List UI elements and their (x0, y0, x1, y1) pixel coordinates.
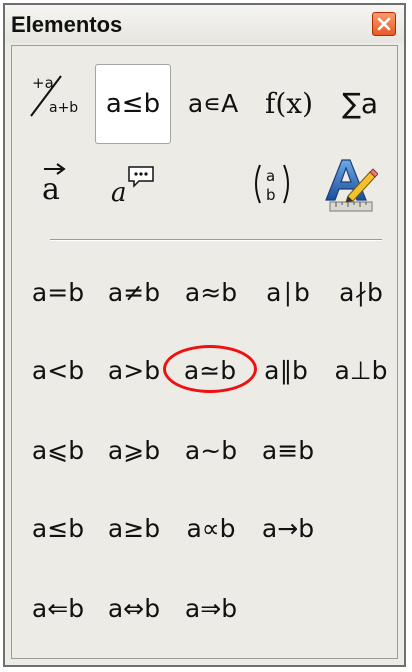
relation-a-toward-b[interactable]: a→b (252, 504, 324, 552)
relations-button[interactable]: a≤b (95, 64, 171, 144)
window-title: Elementos (11, 12, 123, 37)
brackets-icon: a b (255, 164, 289, 204)
relation-a-implies-b[interactable]: a⇒b (175, 584, 247, 632)
relation-a-less-equal-b[interactable]: a≤b (22, 504, 94, 552)
svg-text:a: a (266, 167, 275, 185)
unary-binary-operators-button[interactable]: +a a+b (24, 64, 86, 126)
relation-a-implied-by-b[interactable]: a⇐b (22, 584, 94, 632)
operators-button[interactable]: ∑a (328, 72, 392, 134)
relation-a-not-equals-b[interactable]: a≠b (98, 268, 170, 316)
relation-a-approx-b[interactable]: a≈b (175, 268, 247, 316)
formats-icon (325, 159, 378, 212)
relation-a-less-slant-b[interactable]: a⩽b (22, 426, 94, 474)
relation-a-equals-b[interactable]: a=b (22, 268, 94, 316)
formats-button[interactable] (314, 150, 382, 218)
relation-a-greater-equal-b[interactable]: a≥b (98, 504, 170, 552)
others-button[interactable]: a (102, 152, 168, 216)
elements-window: Elementos +a a+b a≤b a∊A f(x) ∑a a a a b… (3, 3, 406, 667)
others-icon: a (111, 166, 154, 208)
relation-a-not-divides-b[interactable]: a∤b (326, 268, 396, 316)
set-operations-icon: a∊A (187, 88, 239, 118)
relation-a-less-b[interactable]: a<b (22, 346, 94, 394)
title-bar: Elementos (5, 5, 404, 43)
relation-a-greater-slant-b[interactable]: a⩾b (98, 426, 170, 474)
functions-icon: f(x) (264, 86, 313, 120)
operators-icon: ∑a (341, 86, 379, 120)
relation-a-divides-b[interactable]: a∣b (252, 268, 324, 316)
close-button[interactable] (372, 12, 396, 36)
set-operations-button[interactable]: a∊A (177, 72, 249, 134)
svg-text:a: a (42, 172, 60, 207)
relation-a-similar-equal-b[interactable]: a≃b (174, 346, 246, 394)
relation-a-parallel-b[interactable]: a∥b (250, 346, 322, 394)
relation-a-perpendicular-b[interactable]: a⊥b (326, 346, 396, 394)
relation-a-tilde-b[interactable]: a~b (175, 426, 247, 474)
unary-binary-operators-icon: +a a+b (30, 74, 78, 117)
svg-text:a: a (111, 178, 127, 208)
brackets-button[interactable]: a b (240, 152, 304, 216)
attributes-icon: a (42, 163, 66, 207)
relation-a-greater-b[interactable]: a>b (98, 346, 170, 394)
relation-a-equivalent-b[interactable]: a⇔b (98, 584, 170, 632)
attributes-button[interactable]: a (24, 152, 84, 216)
relation-a-proportional-b[interactable]: a∝b (175, 504, 247, 552)
separator (50, 239, 382, 241)
relations-icon: a≤b (105, 89, 161, 119)
svg-text:a+b: a+b (49, 100, 78, 116)
close-icon (377, 17, 391, 31)
elements-panel: +a a+b a≤b a∊A f(x) ∑a a a a b a=b a≠b a… (11, 45, 398, 659)
svg-text:b: b (266, 186, 276, 204)
functions-button[interactable]: f(x) (256, 72, 322, 134)
relation-a-defined-b[interactable]: a≡b (252, 426, 324, 474)
